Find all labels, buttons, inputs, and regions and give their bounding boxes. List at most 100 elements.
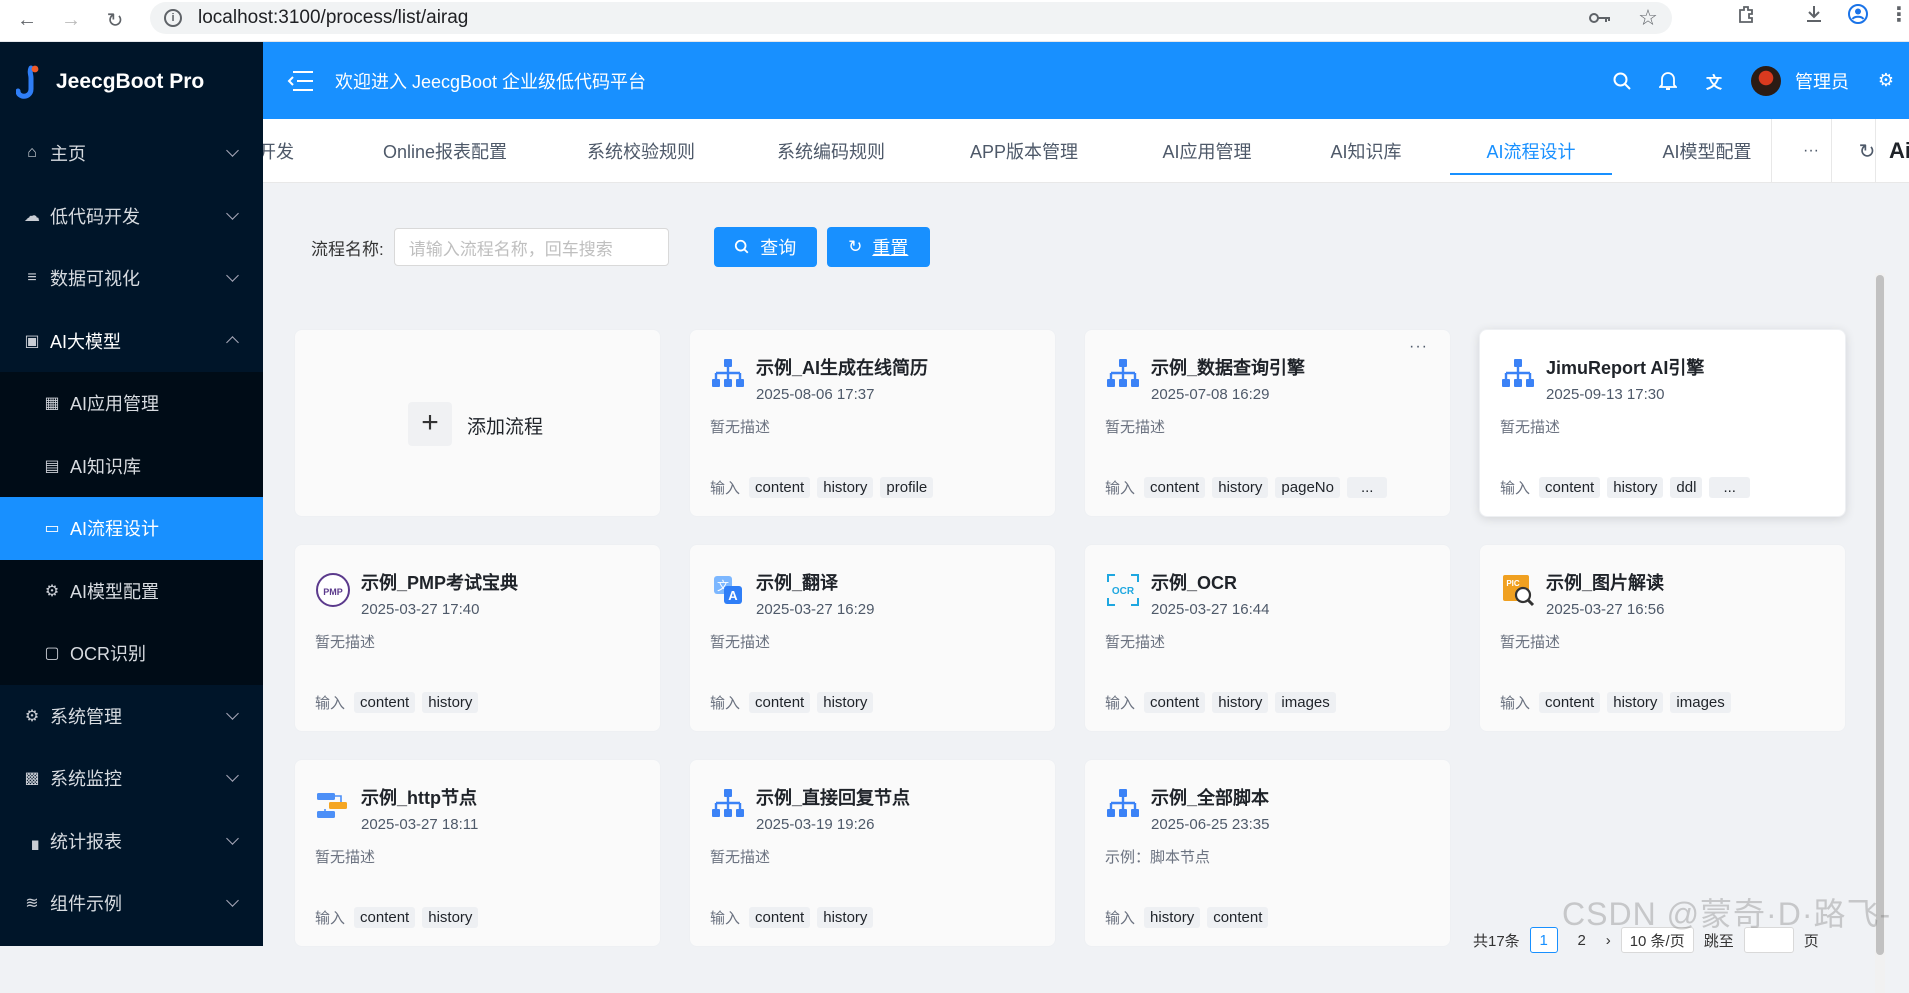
profile-icon[interactable] [1844,0,1872,28]
sidebar-item-monitor[interactable]: ▩ 系统监控 [0,747,263,810]
chevron-down-icon [226,706,239,720]
card-description: 暂无描述 [315,849,376,866]
back-icon[interactable]: ← [14,8,40,34]
card-title: 示例_PMP考试宝典 [361,573,519,593]
sidebar-item-reports[interactable]: ▗ 统计报表 [0,810,263,873]
card-date: 2025-09-13 17:30 [1546,386,1665,403]
flow-card[interactable]: 文A 示例_翻译 2025-03-27 16:29 暂无描述 输入 conten… [689,544,1056,732]
bookmark-star-icon[interactable]: ☆ [1634,4,1662,32]
avatar[interactable] [1751,65,1781,96]
download-icon[interactable] [1800,0,1828,28]
add-flow-label: 添加流程 [467,417,544,438]
card-inputs: 输入 content history images [1105,692,1336,713]
input-tag: images [1275,692,1336,713]
sidebar-item-ai-model-config[interactable]: ⚙ AI模型配置 [0,560,263,623]
robot-icon: ▣ [24,332,40,350]
tab-ai-knowledge[interactable]: AI知识库 [1321,119,1411,182]
tab-more-icon[interactable]: ··· [1791,119,1831,182]
sidebar-item-label: 低代码开发 [50,206,140,227]
flow-card[interactable]: PMP 示例_PMP考试宝典 2025-03-27 17:40 暂无描述 输入 … [294,544,661,732]
input-tag-more[interactable]: ... [1709,477,1750,498]
input-tag: profile [880,477,934,498]
tab-code-rules[interactable]: 系统编码规则 [771,119,891,182]
input-tag-more[interactable]: ... [1346,477,1388,498]
browser-menu-icon[interactable]: ⋮ [1885,0,1909,28]
chevron-down-icon [226,206,239,220]
flow-icon [1107,359,1139,387]
refresh-icon[interactable]: ↻ [1849,119,1885,182]
bell-icon[interactable] [1655,68,1681,94]
tab-validation-rules[interactable]: 系统校验规则 [581,119,701,182]
address-bar[interactable]: i localhost:3100/process/list/airag ☆ [150,2,1672,34]
site-info-icon[interactable]: i [164,9,182,27]
pager-total: 共17条 [1473,932,1520,950]
book-icon: ▤ [44,457,60,475]
tab-ai-flow[interactable]: AI流程设计 [1450,119,1612,182]
sidebar-item-ai-app[interactable]: ▦ AI应用管理 [0,372,263,435]
tab-ai-model-config[interactable]: AI模型配置 [1647,119,1767,182]
card-date: 2025-06-25 23:35 [1151,816,1270,833]
card-inputs: 输入 content history [315,692,479,713]
sidebar-item-system[interactable]: ⚙ 系统管理 [0,685,263,748]
sidebar-item-components[interactable]: ≋ 组件示例 [0,872,263,935]
card-title: 示例_图片解读 [1546,573,1665,593]
card-date: 2025-03-27 16:29 [756,601,875,618]
tab-dev[interactable]: 开发 [263,119,297,182]
svg-text:A: A [728,588,738,603]
sidebar-item-lowcode[interactable]: ☁ 低代码开发 [0,185,263,248]
translate-icon[interactable]: 文 [1701,68,1727,94]
inputs-label: 输入 [1105,695,1136,712]
card-date: 2025-07-08 16:29 [1151,386,1270,403]
cloud-icon: ☁ [24,207,40,225]
password-key-icon[interactable] [1586,4,1614,32]
flow-icon [1502,359,1534,387]
input-tag: content [1144,692,1206,713]
flow-card[interactable]: 示例_AI生成在线简历 2025-08-06 17:37 暂无描述 输入 con… [689,329,1056,517]
tab-app-version[interactable]: APP版本管理 [961,119,1087,182]
page-button[interactable]: 1 [1529,927,1558,953]
add-flow-card[interactable]: + 添加流程 [294,329,661,517]
top-header: 欢迎进入 JeecgBoot 企业级低代码平台 文 管理员 ⚙ [263,42,1909,119]
tab-ai-app[interactable]: AI应用管理 [1152,119,1262,182]
scrollbar-thumb[interactable] [1876,275,1884,955]
input-tag: ddl [1670,477,1703,498]
sidebar-item-dataviz[interactable]: ≡ 数据可视化 [0,247,263,310]
translate-icon: 文A [714,576,742,604]
tab-partial[interactable]: Ai [1885,119,1909,182]
csdn-watermark: CSDN @蒙奇·D·路飞- [1562,896,1892,932]
sidebar-item-ai-knowledge[interactable]: ▤ AI知识库 [0,435,263,498]
extensions-icon[interactable] [1733,0,1761,28]
flow-card[interactable]: OCR 示例_OCR 2025-03-27 16:44 暂无描述 输入 cont… [1084,544,1451,732]
flow-card[interactable]: PIC 示例_图片解读 2025-03-27 16:56 暂无描述 输入 con… [1479,544,1846,732]
chevron-down-icon [226,894,239,907]
forward-icon[interactable]: → [58,8,84,34]
card-date: 2025-08-06 17:37 [756,386,875,403]
reload-icon[interactable]: ↻ [102,8,128,34]
tab-online-report[interactable]: Online报表配置 [375,119,515,182]
inputs-label: 输入 [315,695,346,712]
flow-icon [712,359,744,387]
settings-gear-icon[interactable]: ⚙ [1873,68,1899,94]
card-more-icon[interactable]: ··· [1409,338,1428,356]
sidebar-item-ocr[interactable]: ▢ OCR识别 [0,622,263,685]
card-description: 暂无描述 [315,634,376,651]
user-name[interactable]: 管理员 [1795,68,1849,94]
app-logo[interactable]: JeecgBoot Pro [0,42,263,122]
card-inputs: 输入 content history profile [710,477,934,498]
inputs-label: 输入 [710,695,741,712]
flow-card[interactable]: JimuReport AI引擎 2025-09-13 17:30 暂无描述 输入… [1479,329,1846,517]
menu-fold-icon[interactable] [287,70,313,91]
input-tag: pageNo [1275,477,1340,498]
sidebar-item-home[interactable]: ⌂ 主页 [0,122,263,185]
flow-card[interactable]: 示例_http节点 2025-03-27 18:11 暂无描述 输入 conte… [294,759,661,947]
sidebar-item-ai-flow[interactable]: ▭ AI流程设计 [0,497,263,560]
flow-card[interactable]: 示例_全部脚本 2025-06-25 23:35 示例：脚本节点 输入 hist… [1084,759,1451,947]
ai-submenu: ▦ AI应用管理 ▤ AI知识库 ▭ AI流程设计 ⚙ AI模型配置 ▢ OCR… [0,372,263,685]
card-date: 2025-03-27 17:40 [361,601,480,618]
flow-card[interactable]: ··· 示例_数据查询引擎 2025-07-08 16:29 暂无描述 输入 c… [1084,329,1451,517]
sidebar-item-ai-model[interactable]: ▣ AI大模型 [0,310,263,373]
input-tag: history [817,907,874,928]
sidebar-item-label: 组件示例 [50,894,122,915]
search-icon[interactable] [1609,68,1635,94]
flow-card[interactable]: 示例_直接回复节点 2025-03-19 19:26 暂无描述 输入 conte… [689,759,1056,947]
